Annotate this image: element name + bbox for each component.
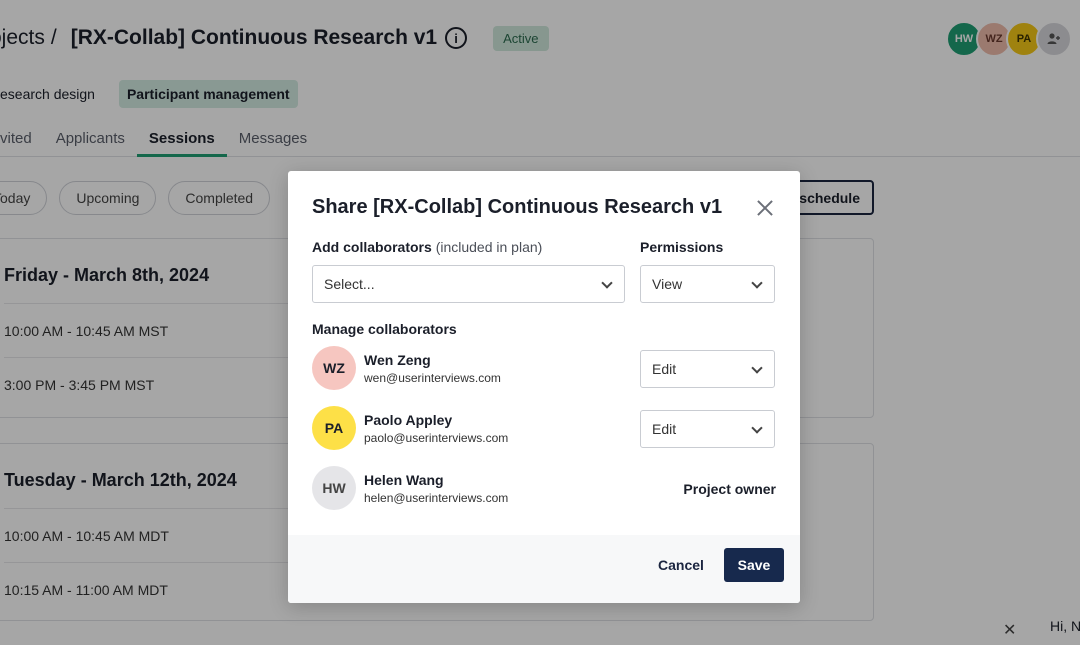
modal-footer: Cancel Save bbox=[288, 535, 800, 603]
collaborator-email: paolo@userinterviews.com bbox=[364, 430, 509, 445]
collaborator-email: wen@userinterviews.com bbox=[364, 370, 501, 385]
collaborator-name: Paolo Appley bbox=[364, 411, 453, 428]
avatar: WZ bbox=[312, 346, 356, 390]
collaborator-name: Helen Wang bbox=[364, 471, 444, 488]
modal-title: Share [RX-Collab] Continuous Research v1 bbox=[312, 196, 723, 218]
close-icon[interactable] bbox=[754, 197, 776, 219]
manage-collaborators-label: Manage collaborators bbox=[312, 321, 457, 337]
select-placeholder: Select... bbox=[324, 276, 375, 292]
permission-select[interactable]: View bbox=[640, 265, 775, 303]
collaborator-name: Wen Zeng bbox=[364, 351, 431, 368]
share-modal: Share [RX-Collab] Continuous Research v1… bbox=[288, 171, 800, 603]
collaborator-permission-select[interactable]: Edit bbox=[640, 410, 775, 448]
owner-role-label: Project owner bbox=[683, 481, 776, 497]
collaborator-row: WZ Wen Zeng wen@userinterviews.com bbox=[312, 346, 501, 390]
chevron-down-icon bbox=[601, 277, 613, 289]
chevron-down-icon bbox=[751, 422, 763, 434]
collaborator-select[interactable]: Select... bbox=[312, 265, 625, 303]
chevron-down-icon bbox=[751, 362, 763, 374]
cancel-button[interactable]: Cancel bbox=[658, 557, 704, 573]
avatar: HW bbox=[312, 466, 356, 510]
collaborator-row: HW Helen Wang helen@userinterviews.com bbox=[312, 466, 508, 510]
save-button[interactable]: Save bbox=[724, 548, 784, 582]
permissions-label: Permissions bbox=[640, 239, 724, 255]
add-collaborators-label: Add collaborators (included in plan) bbox=[312, 239, 543, 255]
collaborator-row: PA Paolo Appley paolo@userinterviews.com bbox=[312, 406, 508, 450]
avatar: PA bbox=[312, 406, 356, 450]
chevron-down-icon bbox=[751, 277, 763, 289]
collaborator-email: helen@userinterviews.com bbox=[364, 490, 509, 505]
collaborator-permission-select[interactable]: Edit bbox=[640, 350, 775, 388]
